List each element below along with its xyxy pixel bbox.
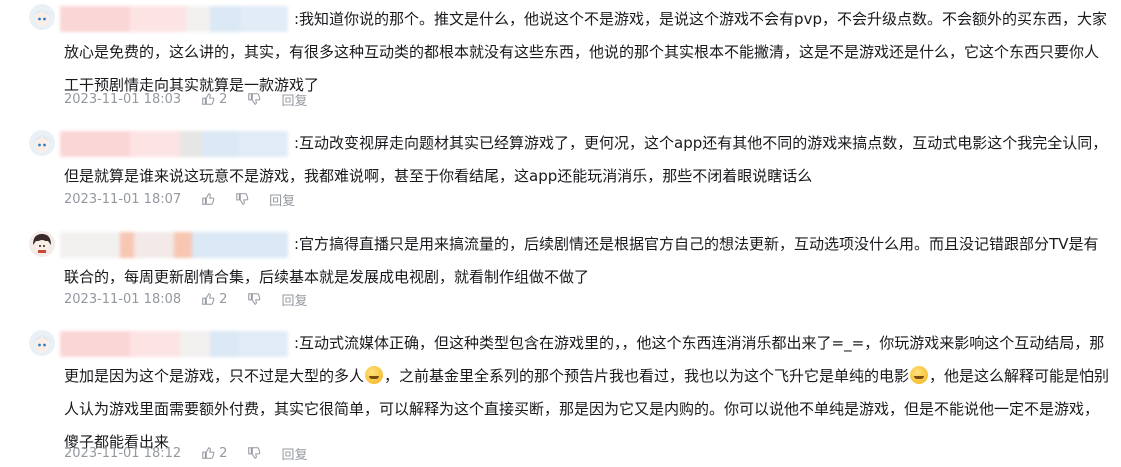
user-avatar[interactable] bbox=[29, 231, 55, 257]
comment-meta: 2023-11-01 18:07 回复 bbox=[64, 190, 295, 209]
anime-avatar-icon bbox=[29, 4, 55, 30]
like-count: 2 bbox=[219, 445, 228, 461]
user-avatar[interactable] bbox=[29, 4, 55, 30]
user-avatar[interactable] bbox=[29, 130, 55, 156]
reply-button[interactable]: 回复 bbox=[269, 190, 295, 209]
comment-time: 2023-11-01 18:12 bbox=[64, 445, 182, 461]
comment-text: :官方搞得直播只是用来搞流量的，后续剧情还是根据官方自己的想法更新，互动选项没什… bbox=[64, 235, 1099, 286]
like-button[interactable]: 2 bbox=[201, 446, 227, 461]
comment-time: 2023-11-01 18:07 bbox=[64, 191, 182, 207]
dislike-button[interactable] bbox=[235, 192, 249, 206]
anime-avatar-icon bbox=[29, 130, 55, 156]
comment-time: 2023-11-01 18:03 bbox=[64, 91, 182, 107]
user-avatar[interactable] bbox=[29, 330, 55, 356]
comment-meta: 2023-11-01 18:08 2 回复 bbox=[64, 290, 307, 309]
reply-button[interactable]: 回复 bbox=[281, 290, 307, 309]
dislike-button[interactable] bbox=[247, 92, 261, 106]
comment-meta: 2023-11-01 18:03 2 回复 bbox=[64, 90, 307, 109]
dislike-button[interactable] bbox=[247, 446, 261, 460]
comment-text: :我知道你说的那个。推文是什么，他说这个不是游戏，是说这个游戏不会有pvp，不会… bbox=[64, 10, 1107, 94]
thumbs-up-icon bbox=[202, 293, 215, 305]
like-count: 2 bbox=[219, 291, 228, 307]
thumbs-down-icon bbox=[236, 193, 249, 205]
laughing-emoji-icon bbox=[365, 366, 384, 384]
thumbs-up-icon bbox=[202, 447, 215, 459]
laughing-emoji-icon bbox=[910, 366, 929, 384]
comment-text: :互动改变视屏走向题材其实已经算游戏了，更何况，这个app还有其他不同的游戏来搞… bbox=[64, 134, 1108, 185]
dislike-button[interactable] bbox=[247, 292, 261, 306]
reply-button[interactable]: 回复 bbox=[281, 90, 307, 109]
thumbs-down-icon bbox=[248, 293, 261, 305]
like-count: 2 bbox=[219, 91, 228, 107]
comment-time: 2023-11-01 18:08 bbox=[64, 291, 182, 307]
thumbs-up-icon bbox=[202, 93, 215, 105]
thumbs-up-icon bbox=[202, 193, 215, 205]
anime-avatar-icon bbox=[29, 330, 55, 356]
like-button[interactable] bbox=[201, 192, 215, 206]
comment-meta: 2023-11-01 18:12 2 回复 bbox=[64, 444, 307, 463]
comment-text: :互动式流媒体正确，但这种类型包含在游戏里的，，他这个东西连消消乐都出来了=_=… bbox=[64, 334, 1110, 451]
like-button[interactable]: 2 bbox=[201, 92, 227, 107]
thumbs-down-icon bbox=[248, 93, 261, 105]
like-button[interactable]: 2 bbox=[201, 292, 227, 307]
thumbs-down-icon bbox=[248, 447, 261, 459]
reply-button[interactable]: 回复 bbox=[281, 444, 307, 463]
anime-girl-avatar-icon bbox=[29, 231, 55, 257]
